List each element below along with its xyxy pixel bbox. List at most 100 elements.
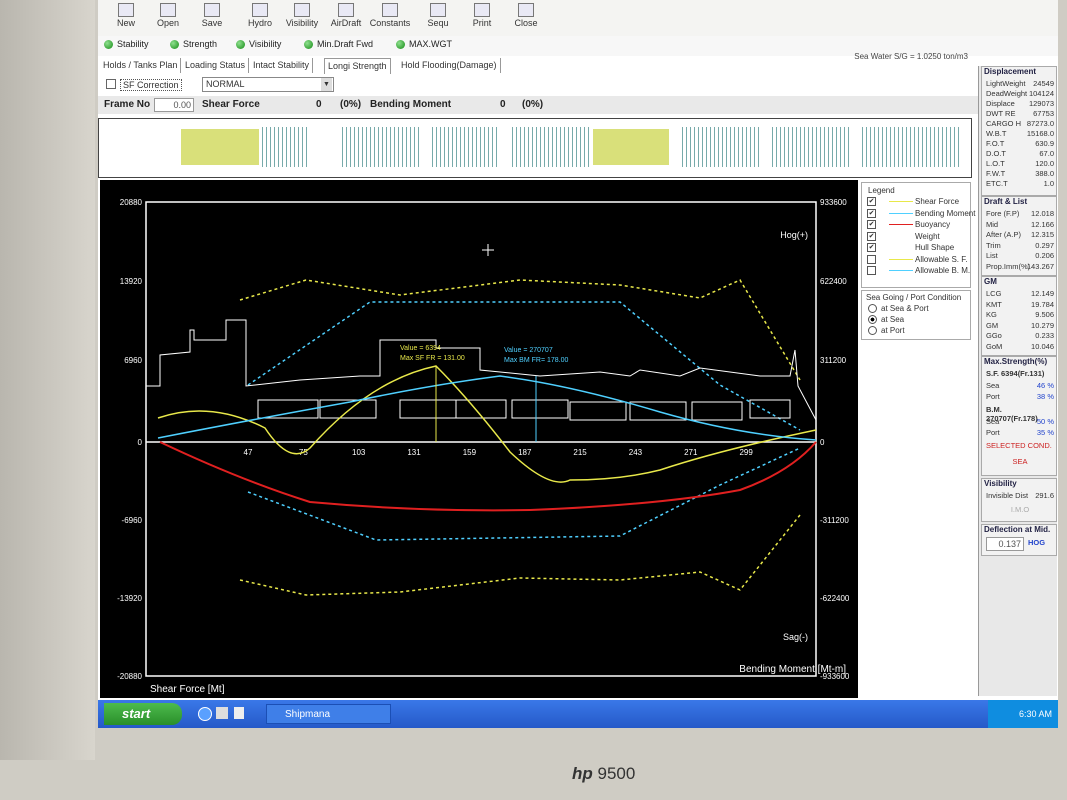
toolbar-button-label: AirDraft xyxy=(330,18,362,28)
status-indicator-icon xyxy=(104,39,113,49)
displacement-section: Displacement LightWeight 24549 DeadWeight 10… xyxy=(981,66,1057,196)
constants-button[interactable]: Constants xyxy=(368,2,412,34)
gm-key: KG xyxy=(986,310,997,319)
draft-row: Mid 12.166 xyxy=(986,220,1054,229)
gm-key: GM xyxy=(986,320,999,330)
new-button[interactable]: New xyxy=(104,2,148,34)
draft-key: After (A.P) xyxy=(986,230,1022,239)
open-folder-icon xyxy=(160,3,176,17)
y-tick-label-left: -6960 xyxy=(122,516,143,525)
start-button[interactable]: start xyxy=(104,703,182,725)
condition-option[interactable]: at Sea & Port xyxy=(868,304,964,314)
hog-label: Hog(+) xyxy=(780,230,808,240)
legend-item[interactable]: ✔ Shear Force xyxy=(867,197,967,207)
displacement-row: DeadWeight 104124 xyxy=(986,89,1054,98)
legend-label: Hull Shape xyxy=(915,243,955,252)
bm-annotation-max: Max BM FR= 178.00 xyxy=(504,357,568,364)
status-indicator-icon xyxy=(170,39,179,49)
max-sf: S.F. 6394(Fr.131) xyxy=(986,369,1045,378)
displacement-row: L.O.T 120.0 xyxy=(986,159,1054,168)
legend-checkbox[interactable]: ✔ xyxy=(867,231,876,241)
status-button-visibility[interactable]: Visibility xyxy=(236,39,281,49)
draft-value: 12.018 xyxy=(1031,209,1054,218)
legend-checkbox[interactable]: ✔ xyxy=(867,220,876,230)
legend-swatch xyxy=(889,201,913,202)
chevron-down-icon[interactable]: ▼ xyxy=(321,78,332,91)
airdraft-icon xyxy=(338,3,354,17)
toolbar-button-label: Close xyxy=(514,18,538,28)
legend-swatch xyxy=(889,235,913,237)
tab-hold-flooding-damage-[interactable]: Hold Flooding(Damage) xyxy=(398,58,501,73)
legend-checkbox[interactable]: ✔ xyxy=(867,243,876,253)
tab-loading-status[interactable]: Loading Status xyxy=(182,58,250,73)
legend-checkbox[interactable]: ✔ xyxy=(867,208,876,218)
desktop-icon[interactable] xyxy=(216,707,228,719)
legend-checkbox[interactable]: ✔ xyxy=(867,197,876,207)
print-button[interactable]: Print xyxy=(460,2,504,34)
taskbar-item-shipmana[interactable]: Shipmana xyxy=(266,704,391,724)
legend-item[interactable]: ✔ Hull Shape xyxy=(867,243,967,253)
draft-value: 12.166 xyxy=(1031,219,1054,229)
sequ-button[interactable]: Sequ xyxy=(416,2,460,34)
deflection-type: HOG xyxy=(1028,538,1046,547)
legend-label: Allowable S. F. xyxy=(915,254,968,264)
allowable-bm-upper xyxy=(247,301,801,431)
legend-item[interactable]: ✔ Weight xyxy=(867,232,967,242)
weight-block xyxy=(691,401,743,421)
legend-checkbox[interactable] xyxy=(867,254,876,264)
sf-correction-checkbox[interactable] xyxy=(106,79,116,89)
toolbar-button-label: Visibility xyxy=(285,18,319,28)
radio-button[interactable] xyxy=(868,315,877,325)
mode-select[interactable]: NORMAL ▼ xyxy=(202,77,334,92)
imo-label: I.M.O xyxy=(1010,505,1030,514)
longitudinal-strength-chart[interactable]: 20880 933600 13920 622400 6960 311200 0 0 -6960 -… xyxy=(100,180,858,698)
legend-item[interactable]: Allowable S. F. xyxy=(867,255,967,265)
status-button-mindraftfwd[interactable]: Min.Draft Fwd xyxy=(304,39,373,49)
legend-item[interactable]: Allowable B. M. xyxy=(867,266,970,276)
right-info-panel: Displacement LightWeight 24549 DeadWeight 10… xyxy=(978,66,1057,696)
hydro-button[interactable]: Hydro xyxy=(238,2,282,34)
legend-checkbox[interactable] xyxy=(867,266,876,276)
sf-correction-label: SF Correction xyxy=(120,79,182,91)
gm-row: GM 10.279 xyxy=(986,321,1054,330)
status-button-strength[interactable]: Strength xyxy=(170,39,217,49)
displacement-row: ETC.T 1.0 xyxy=(986,179,1054,188)
tanks-plan-strip[interactable] xyxy=(98,118,972,178)
radio-button[interactable] xyxy=(868,326,877,336)
status-button-stability[interactable]: Stability xyxy=(104,39,149,49)
tab-intact-stability[interactable]: Intact Stability xyxy=(250,58,314,73)
toolbar-button-label: Open xyxy=(156,18,180,28)
bm-axis-label: Bending Moment [Mt-m] xyxy=(739,664,846,675)
visibility-button[interactable]: Visibility xyxy=(280,2,324,34)
y-tick-label-right: -311200 xyxy=(820,516,849,525)
ie-icon[interactable] xyxy=(198,707,212,721)
legend-swatch xyxy=(889,224,913,225)
condition-option[interactable]: at Port xyxy=(868,326,964,336)
quicklaunch-icon[interactable] xyxy=(234,707,244,719)
airdraft-button[interactable]: AirDraft xyxy=(324,2,368,34)
sequence-icon xyxy=(430,3,446,17)
close-button[interactable]: Close xyxy=(504,2,548,34)
legend-item[interactable]: ✔ Buoyancy xyxy=(867,220,967,230)
app-screen: New Open Save Hydro Visibility AirDraft Consta… xyxy=(98,0,1058,728)
condition-option[interactable]: at Sea xyxy=(868,315,964,325)
radio-button[interactable] xyxy=(868,304,877,314)
status-button-maxwgt[interactable]: MAX.WGT xyxy=(396,39,452,49)
cargo-hold xyxy=(679,127,759,167)
draft-key: Mid xyxy=(986,219,999,229)
hull-shape-line xyxy=(146,319,817,421)
save-button[interactable]: Save xyxy=(190,2,234,34)
legend-item[interactable]: ✔ Bending Moment xyxy=(867,208,975,219)
draft-row: After (A.P) 12.315 xyxy=(986,230,1054,239)
status-indicator-icon xyxy=(396,39,405,49)
displacement-key: LightWeight xyxy=(986,79,1026,88)
sf-port-row: Port 38 % xyxy=(986,392,1054,401)
tab-longi-strength[interactable]: Longi Strength xyxy=(324,58,391,74)
open-button[interactable]: Open xyxy=(146,2,190,34)
bending-moment-pct: (0%) xyxy=(522,99,544,110)
legend-swatch xyxy=(889,212,913,214)
x-axis-label: Shear Force [Mt] xyxy=(150,684,225,695)
toolbar-button-label: New xyxy=(116,18,135,28)
frame-no-input[interactable]: 0.00 xyxy=(154,98,194,112)
tab-holds-tanks-plan[interactable]: Holds / Tanks Plan xyxy=(100,58,182,73)
